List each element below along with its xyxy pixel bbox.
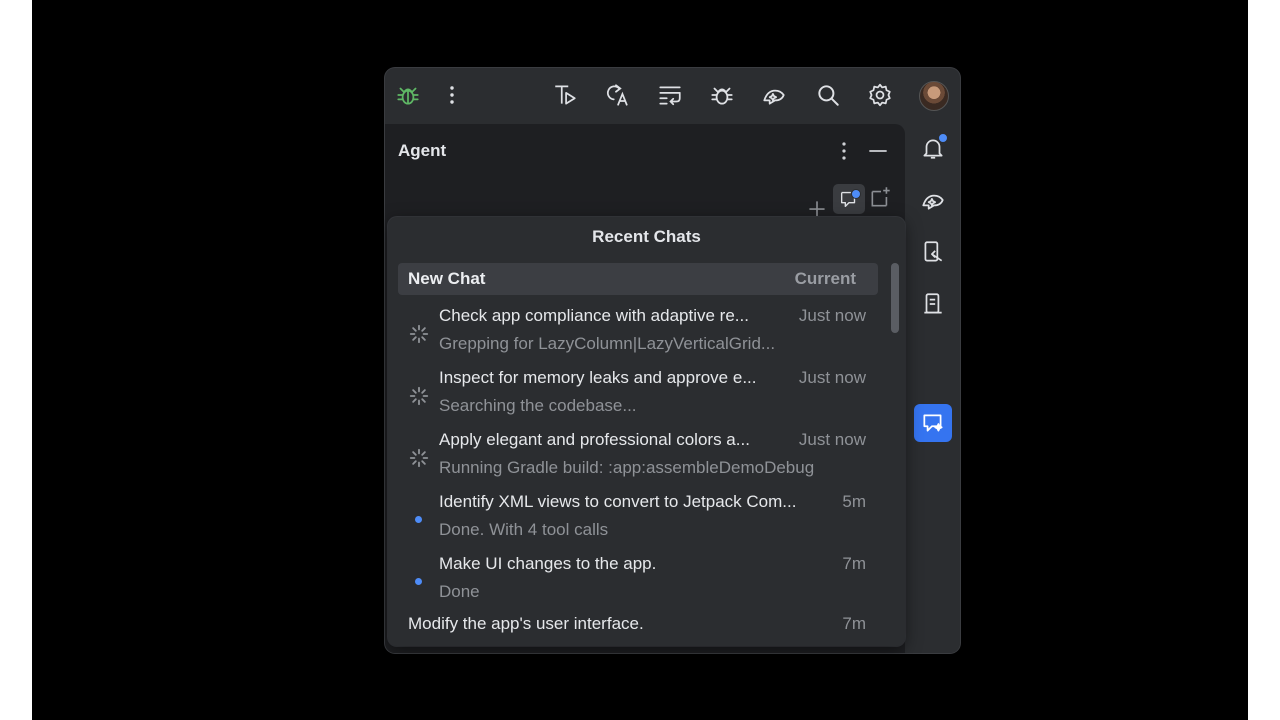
chat-status: Searching the codebase...	[439, 396, 637, 415]
chat-title: Identify XML views to convert to Jetpack…	[439, 492, 797, 511]
current-label: Current	[794, 269, 856, 288]
chat-title: Inspect for memory leaks and approve e..…	[439, 368, 757, 387]
panel-title: Agent	[398, 141, 447, 160]
loading-spinner-icon	[409, 448, 429, 468]
chat-item[interactable]: Inspect for memory leaks and approve e..…	[388, 368, 888, 426]
main-toolbar	[385, 68, 960, 122]
chat-status: Done	[439, 582, 480, 601]
right-tool-strip	[905, 124, 960, 653]
chat-title: Apply elegant and professional colors a.…	[439, 430, 750, 449]
debug-icon[interactable]	[707, 80, 737, 110]
new-chat-label: New Chat	[408, 269, 486, 288]
chat-item[interactable]: Identify XML views to convert to Jetpack…	[388, 492, 888, 550]
chat-item[interactable]: Modify the app's user interface. 7m	[408, 614, 888, 638]
chat-time: 5m	[842, 492, 866, 511]
chat-title: Make UI changes to the app.	[439, 554, 657, 573]
background-stage: Agent Recent Chats New Chat Current Chec…	[32, 0, 1248, 720]
popup-title: Recent Chats	[592, 227, 701, 246]
chat-item[interactable]: Make UI changes to the app. 7m Done	[388, 554, 888, 612]
bug-icon[interactable]	[393, 80, 423, 110]
loading-spinner-icon	[409, 386, 429, 406]
avatar[interactable]	[919, 81, 949, 111]
chat-title: Check app compliance with adaptive re...	[439, 306, 749, 325]
translate-icon[interactable]	[602, 80, 632, 110]
scrollbar-thumb[interactable]	[891, 263, 899, 333]
settings-icon[interactable]	[865, 80, 895, 110]
running-devices-icon[interactable]	[914, 285, 952, 323]
chat-title: Modify the app's user interface.	[408, 614, 644, 633]
chat-status: Grepping for LazyColumn|LazyVerticalGrid…	[439, 334, 776, 353]
device-manager-icon[interactable]	[914, 233, 952, 271]
panel-options-icon[interactable]	[831, 138, 857, 164]
more-vertical-icon[interactable]	[437, 80, 467, 110]
chat-time: Just now	[798, 430, 866, 449]
agent-chat-icon[interactable]	[914, 404, 952, 442]
chat-time: Just now	[798, 306, 866, 325]
history-badge	[851, 189, 861, 199]
chat-time: 7m	[842, 554, 866, 573]
run-test-icon[interactable]	[550, 80, 580, 110]
gemini-icon[interactable]	[759, 80, 789, 110]
notifications-icon[interactable]	[914, 129, 952, 167]
new-window-icon[interactable]	[868, 184, 894, 210]
recent-chats-popup: Recent Chats New Chat Current Check app …	[388, 217, 905, 646]
chat-status: Done. With 4 tool calls	[439, 520, 609, 539]
unread-dot-icon	[415, 516, 422, 523]
wrap-lines-icon[interactable]	[655, 80, 685, 110]
new-chat-row[interactable]: New Chat Current	[398, 263, 878, 295]
chat-item[interactable]: Check app compliance with adaptive re...…	[388, 306, 888, 364]
loading-spinner-icon	[409, 324, 429, 344]
search-icon[interactable]	[813, 80, 843, 110]
chat-item[interactable]: Apply elegant and professional colors a.…	[388, 430, 888, 488]
chat-time: Just now	[798, 368, 866, 387]
unread-dot-icon	[415, 578, 422, 585]
notification-badge	[938, 133, 948, 143]
gemini-icon[interactable]	[914, 181, 952, 219]
chat-time: 7m	[842, 614, 866, 633]
chat-history-icon[interactable]	[833, 184, 865, 214]
chat-status: Running Gradle build: :app:assembleDemoD…	[439, 458, 815, 477]
minimize-icon[interactable]	[865, 138, 891, 164]
